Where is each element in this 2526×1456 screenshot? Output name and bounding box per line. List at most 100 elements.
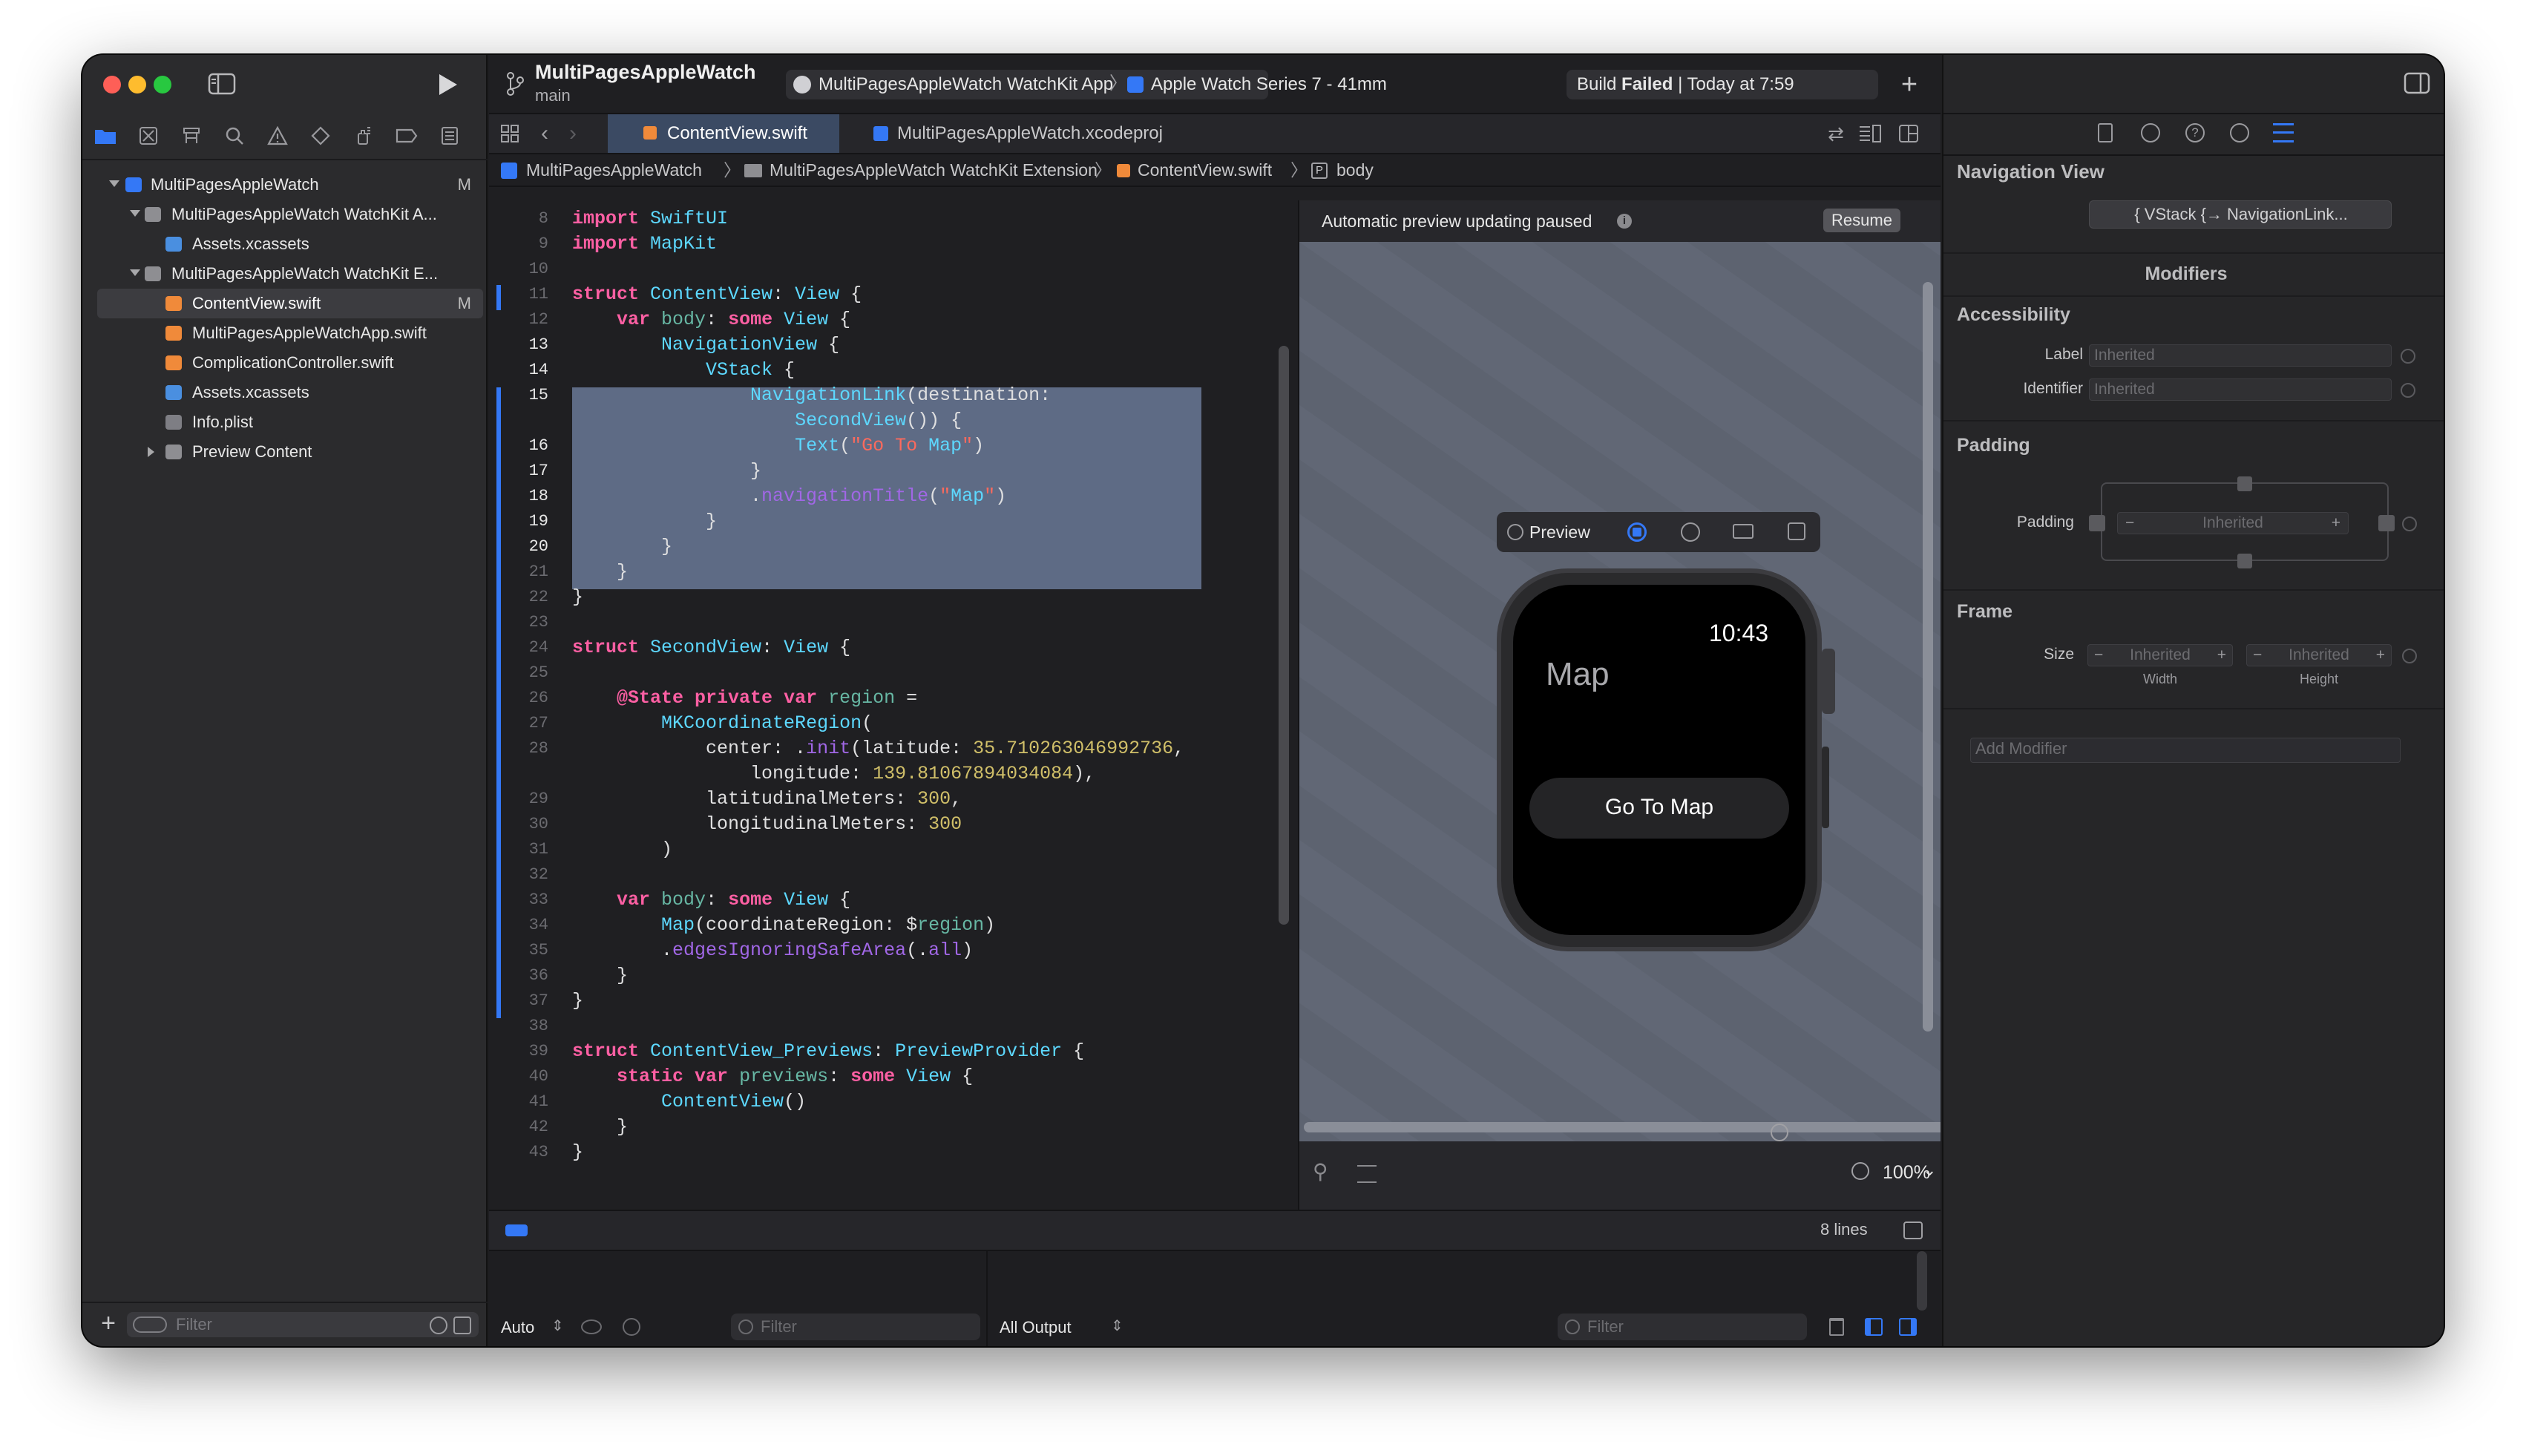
breadcrumb-file[interactable]: ContentView.swift bbox=[1138, 159, 1272, 181]
increment-icon[interactable]: + bbox=[2376, 645, 2385, 666]
tree-item-watchkit-app[interactable]: MultiPagesAppleWatch WatchKit A... bbox=[97, 200, 483, 229]
height-stepper[interactable]: − Inherited + bbox=[2246, 644, 2392, 666]
report-icon[interactable] bbox=[437, 123, 462, 148]
code-line[interactable]: 35 .edgesIgnoringSafeArea(.all) bbox=[489, 938, 1276, 963]
sidebar-toggle-icon[interactable] bbox=[207, 71, 237, 96]
code-line[interactable]: 36 } bbox=[489, 963, 1276, 988]
tab-xcodeproj[interactable]: MultiPagesAppleWatch.xcodeproj bbox=[839, 114, 1163, 153]
disclosure-open-icon[interactable] bbox=[109, 180, 119, 187]
add-icon[interactable]: + bbox=[97, 1309, 119, 1337]
eye-icon[interactable] bbox=[581, 1319, 602, 1334]
test-diamond-icon[interactable] bbox=[308, 123, 333, 148]
padding-top-checkbox[interactable] bbox=[2237, 476, 2252, 491]
folder-icon[interactable] bbox=[93, 123, 118, 148]
padding-trailing-checkbox[interactable] bbox=[2378, 515, 2395, 531]
code-line[interactable]: 24 struct SecondView: View { bbox=[489, 635, 1276, 660]
scm-filter-icon[interactable] bbox=[453, 1316, 471, 1334]
file-inspector-icon[interactable] bbox=[2098, 123, 2113, 142]
info-icon[interactable] bbox=[623, 1318, 640, 1336]
minimize-window-button[interactable] bbox=[128, 76, 146, 94]
console-view[interactable]: All Output ⇕ Filter bbox=[988, 1251, 1941, 1346]
help-icon[interactable]: ? bbox=[2185, 123, 2205, 142]
code-line[interactable]: 10 bbox=[489, 257, 1276, 282]
variants-icon[interactable] bbox=[1681, 522, 1700, 542]
duplicate-preview-icon[interactable] bbox=[1788, 522, 1805, 540]
source-editor[interactable]: 8 import SwiftUI 9 import MapKit 10 11 struct … bbox=[489, 200, 1298, 1210]
view-stack-popup[interactable]: { VStack {→ NavigationLink... bbox=[2089, 200, 2392, 229]
reset-icon[interactable] bbox=[2402, 517, 2417, 531]
code-line[interactable]: 33 var body: some View { bbox=[489, 888, 1276, 913]
code-line[interactable]: 12 var body: some View { bbox=[489, 307, 1276, 332]
code-line[interactable]: 20 } bbox=[489, 534, 1276, 560]
code-line[interactable]: SecondView()) { bbox=[489, 408, 1276, 433]
zoom-in-icon[interactable] bbox=[1771, 1124, 1788, 1141]
code-line[interactable]: 41 ContentView() bbox=[489, 1089, 1276, 1115]
disclosure-closed-icon[interactable] bbox=[148, 447, 154, 457]
watch-screen[interactable]: 10:43 Map Go To Map bbox=[1513, 585, 1805, 935]
preview-canvas[interactable]: Preview 10:43 Map Go To Map bbox=[1299, 242, 1941, 1141]
decrement-icon[interactable]: − bbox=[2253, 645, 2262, 666]
canvas-h-scrollbar[interactable] bbox=[1304, 1122, 1941, 1132]
code-line[interactable]: 28 center: .init(latitude: 35.7102630469… bbox=[489, 736, 1276, 761]
info-icon[interactable]: i bbox=[1617, 214, 1632, 229]
zoom-out-icon[interactable] bbox=[1851, 1162, 1869, 1180]
warning-icon[interactable] bbox=[265, 123, 290, 148]
tree-item-project[interactable]: MultiPagesAppleWatch M bbox=[97, 170, 483, 200]
editor-options-icon[interactable] bbox=[1857, 123, 1883, 144]
code-line[interactable]: 29 latitudinalMeters: 300, bbox=[489, 787, 1276, 812]
pin-icon[interactable]: ⚲ bbox=[1313, 1161, 1328, 1183]
editor-scrollbar[interactable] bbox=[1279, 346, 1289, 925]
tab-contentview[interactable]: ContentView.swift bbox=[608, 114, 839, 153]
code-line[interactable]: 42 } bbox=[489, 1115, 1276, 1140]
history-icon[interactable] bbox=[2141, 123, 2160, 142]
accessibility-identifier-field[interactable]: Inherited bbox=[2089, 378, 2392, 401]
tree-item-assets[interactable]: Assets.xcassets bbox=[97, 229, 483, 259]
width-stepper[interactable]: − Inherited + bbox=[2087, 644, 2233, 666]
code-line[interactable]: 32 bbox=[489, 862, 1276, 888]
console-filter-field[interactable]: Filter bbox=[1558, 1314, 1807, 1340]
breadcrumb-project[interactable]: MultiPagesAppleWatch bbox=[526, 159, 702, 181]
output-selector[interactable]: All Output bbox=[1000, 1316, 1072, 1339]
breadcrumb-symbol[interactable]: body bbox=[1336, 159, 1374, 181]
tree-item-complication[interactable]: ComplicationController.swift bbox=[97, 348, 483, 378]
chevron-updown-icon[interactable]: ⇕ bbox=[551, 1315, 564, 1337]
go-to-map-button[interactable]: Go To Map bbox=[1529, 778, 1789, 839]
grid-icon[interactable] bbox=[498, 122, 522, 145]
chevron-down-icon[interactable]: ⌄ bbox=[1923, 1159, 1936, 1181]
zoom-window-button[interactable] bbox=[154, 76, 171, 94]
code-line[interactable]: 18 .navigationTitle("Map") bbox=[489, 484, 1276, 509]
console-scrollbar[interactable] bbox=[1917, 1251, 1927, 1311]
reset-icon[interactable] bbox=[2401, 349, 2415, 364]
code-line[interactable]: 34 Map(coordinateRegion: $region) bbox=[489, 913, 1276, 938]
identity-icon[interactable] bbox=[2230, 123, 2249, 142]
decrement-icon[interactable]: − bbox=[2125, 513, 2134, 534]
tree-item-contentview[interactable]: ContentView.swift M bbox=[97, 289, 483, 318]
auto-selector[interactable]: Auto bbox=[501, 1316, 534, 1339]
code-line[interactable]: 25 bbox=[489, 660, 1276, 686]
code-line[interactable]: 39 struct ContentView_Previews: PreviewPr… bbox=[489, 1039, 1276, 1064]
code-line[interactable]: longitude: 139.81067894034084), bbox=[489, 761, 1276, 787]
reset-icon[interactable] bbox=[2401, 383, 2415, 398]
attributes-inspector-icon[interactable] bbox=[2273, 123, 2294, 142]
padding-bottom-checkbox[interactable] bbox=[2237, 554, 2252, 568]
code-line[interactable]: 13 NavigationView { bbox=[489, 332, 1276, 358]
code-line[interactable]: 15 NavigationLink(destination: bbox=[489, 383, 1276, 408]
code-line[interactable]: 11 struct ContentView: View { bbox=[489, 282, 1276, 307]
add-modifier-field[interactable]: Add Modifier bbox=[1970, 738, 2401, 763]
recent-files-icon[interactable] bbox=[430, 1316, 447, 1334]
add-library-icon[interactable]: + bbox=[1894, 69, 1924, 100]
split-editor-icon[interactable] bbox=[1896, 123, 1921, 144]
trash-icon[interactable] bbox=[1829, 1318, 1844, 1336]
navigator-filter-field[interactable]: Filter bbox=[127, 1312, 479, 1337]
show-console-icon[interactable] bbox=[1899, 1318, 1917, 1336]
disclosure-open-icon[interactable] bbox=[130, 269, 140, 276]
disclosure-open-icon[interactable] bbox=[130, 210, 140, 217]
code-line[interactable]: 8 import SwiftUI bbox=[489, 206, 1276, 232]
symbol-navigator-icon[interactable] bbox=[179, 123, 204, 148]
code-line[interactable]: 30 longitudinalMeters: 300 bbox=[489, 812, 1276, 837]
code-line[interactable]: 21 } bbox=[489, 560, 1276, 585]
canvas-v-scrollbar[interactable] bbox=[1923, 282, 1933, 1032]
code-line[interactable]: 40 static var previews: some View { bbox=[489, 1064, 1276, 1089]
chevron-updown-icon[interactable]: ⇕ bbox=[1111, 1315, 1123, 1337]
code-line[interactable]: 9 import MapKit bbox=[489, 232, 1276, 257]
